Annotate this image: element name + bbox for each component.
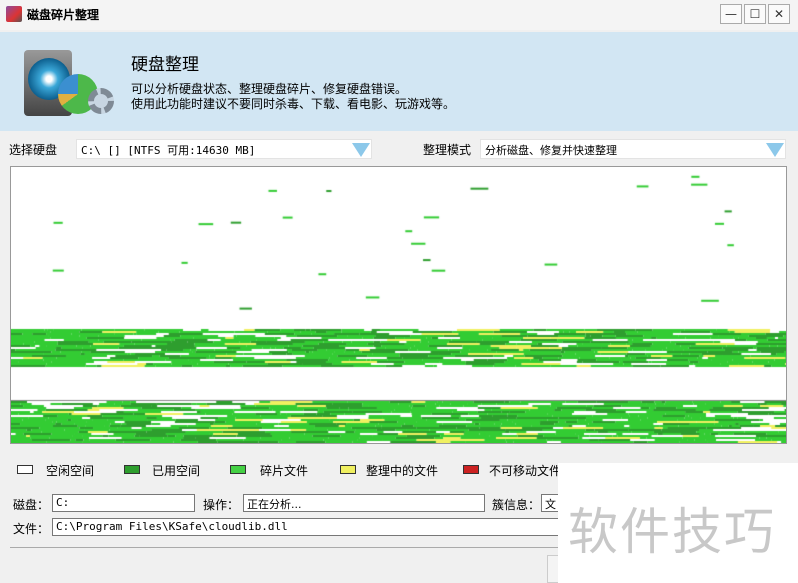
mode-select-label: 整理模式 <box>423 143 472 157</box>
legend-swatch-moving <box>340 465 356 474</box>
disk-select[interactable]: C:\ [] [NTFS 可用:14630 MB] <box>76 139 372 159</box>
legend-moving: 整理中的文件 <box>366 464 439 478</box>
divider <box>10 547 558 548</box>
operation-field: 正在分析... <box>243 494 485 512</box>
cluster-info-label: 簇信息： <box>492 498 541 512</box>
close-button[interactable]: ✕ <box>768 4 790 24</box>
legend-free: 空闲空间 <box>46 464 95 478</box>
window-title: 磁盘碎片整理 <box>27 8 100 22</box>
operation-label: 操作： <box>203 498 240 512</box>
disk-field: C: <box>52 494 195 512</box>
mode-select[interactable]: 分析磁盘、修复并快速整理 <box>480 139 786 159</box>
legend-swatch-unmovable <box>463 465 479 474</box>
legend-swatch-fragment <box>230 465 246 474</box>
mode-select-value: 分析磁盘、修复并快速整理 <box>485 144 617 157</box>
legend-swatch-free <box>17 465 33 474</box>
disk-label: 磁盘： <box>13 498 50 512</box>
legend-used: 已用空间 <box>152 464 201 478</box>
chevron-down-icon[interactable] <box>352 143 370 157</box>
legend-swatch-used <box>124 465 140 474</box>
header-desc-2: 使用此功能时建议不要同时杀毒、下载、看电影、玩游戏等。 <box>131 97 456 111</box>
title-bar: 磁盘碎片整理 — ☐ ✕ <box>0 0 798 30</box>
file-field: C:\Program Files\KSafe\cloudlib.dll <box>52 518 592 536</box>
disk-select-label: 选择硬盘 <box>9 143 58 157</box>
legend-fragment: 碎片文件 <box>260 464 309 478</box>
gear-icon <box>88 88 114 114</box>
file-label: 文件： <box>13 522 50 536</box>
disk-select-value: C:\ [] [NTFS 可用:14630 MB] <box>81 144 256 157</box>
disk-cluster-map <box>10 166 787 444</box>
app-icon <box>6 6 22 22</box>
legend-unmovable: 不可移动文件 <box>489 464 562 478</box>
header-title: 硬盘整理 <box>131 55 199 75</box>
chevron-down-icon[interactable] <box>766 143 784 157</box>
maximize-button[interactable]: ☐ <box>744 4 766 24</box>
watermark-text: 软件技巧 <box>568 503 776 561</box>
minimize-button[interactable]: — <box>720 4 742 24</box>
